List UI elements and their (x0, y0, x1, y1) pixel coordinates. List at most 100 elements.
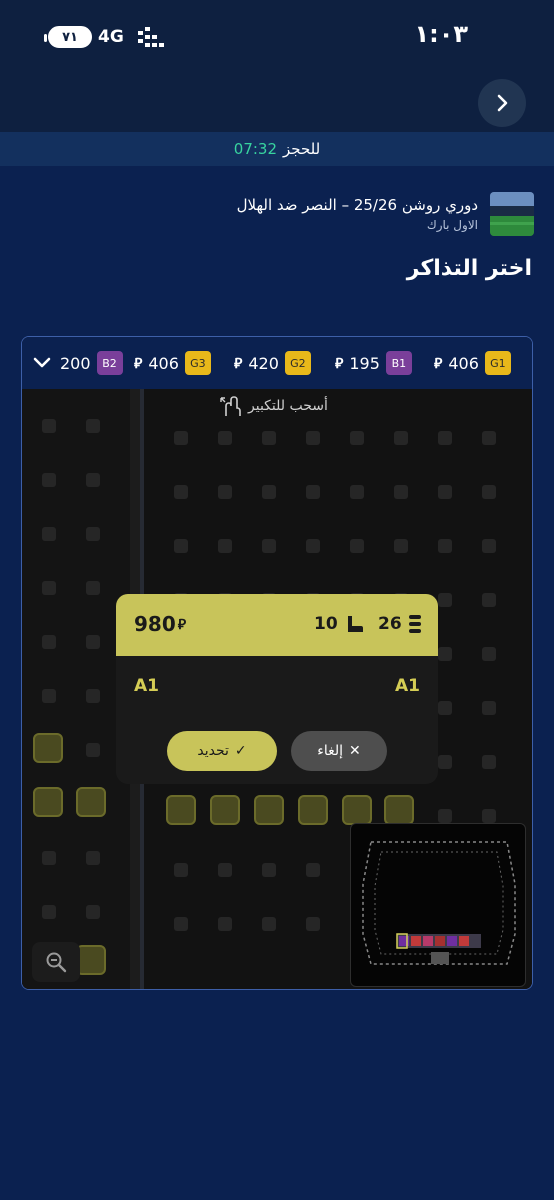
price-category-b2[interactable]: 200 B2 (60, 350, 123, 376)
network-type: 4G (98, 27, 124, 47)
seat (86, 527, 100, 541)
timer-label: للحجز (283, 140, 321, 158)
seat (42, 419, 56, 433)
seat (438, 431, 452, 445)
stadium-minimap-icon (362, 841, 516, 965)
available-seat[interactable] (254, 795, 284, 825)
category-badge: G3 (184, 351, 211, 375)
zoom-out-button[interactable] (32, 942, 80, 982)
riyal-icon: ⃁ (134, 356, 143, 372)
seat (438, 647, 452, 661)
seat (482, 647, 496, 661)
available-seat[interactable] (384, 795, 414, 825)
checkmark-icon: ✓ (234, 743, 247, 759)
seat (86, 851, 100, 865)
available-seat[interactable] (76, 787, 106, 817)
seat (482, 431, 496, 445)
popup-header: 980 ⃁ 10 26 (116, 594, 438, 656)
seat-map-left-section (22, 389, 130, 989)
stadium-minimap[interactable] (350, 823, 526, 987)
category-badge: G1 (484, 351, 511, 375)
drag-hint: أسحب للتكبير (218, 394, 328, 418)
status-bar: ٧١ 4G ١:٠٣ (0, 0, 554, 76)
event-venue: الاول بارك (426, 218, 478, 232)
seat-selection-popup: 980 ⃁ 10 26 A1 A1 ✓ تحديد ✕ إلغاء (116, 594, 438, 784)
seat-price-value: 980 (134, 612, 176, 636)
seat (306, 539, 320, 553)
seat (438, 755, 452, 769)
seat (86, 581, 100, 595)
category-badge: B1 (385, 351, 412, 375)
seat (438, 809, 452, 823)
seat-number: 10 (314, 614, 364, 634)
price-category-g3[interactable]: ⃁ 406 G3 (134, 350, 211, 376)
seat-number-value: 10 (314, 614, 338, 634)
seat (86, 473, 100, 487)
category-badge: G2 (284, 351, 311, 375)
category-price: 406 (148, 353, 179, 373)
seat (42, 689, 56, 703)
riyal-icon: ⃁ (335, 356, 344, 372)
battery-level: ٧١ (62, 29, 78, 45)
confirm-button[interactable]: ✓ تحديد (167, 731, 277, 771)
seat (482, 539, 496, 553)
price-category-g2[interactable]: ⃁ 420 G2 (234, 350, 311, 376)
available-seat[interactable] (210, 795, 240, 825)
seat (438, 485, 452, 499)
seat (306, 863, 320, 877)
seat (42, 905, 56, 919)
seat (218, 863, 232, 877)
seat (42, 473, 56, 487)
price-category-strip[interactable]: 200 B2 ⃁ 406 G3 ⃁ 420 G2 ⃁ 195 B1 ⃁ 406 … (22, 337, 532, 389)
battery-icon: ٧١ (44, 26, 92, 48)
seat (86, 419, 100, 433)
event-card: دوري روشن 25/26 – النصر ضد الهلال الاول … (20, 190, 534, 240)
zoom-out-icon (46, 952, 67, 973)
booking-timer: 07:32 للحجز (0, 132, 554, 166)
seat (306, 485, 320, 499)
confirm-label: تحديد (197, 743, 229, 759)
back-button[interactable] (478, 79, 526, 127)
seat (482, 755, 496, 769)
available-seat[interactable] (33, 787, 63, 817)
available-seat[interactable] (166, 795, 196, 825)
seat (482, 701, 496, 715)
seat (394, 485, 408, 499)
price-category-g1[interactable]: ⃁ 406 G1 (434, 350, 511, 376)
seat-icon (347, 616, 363, 632)
cancel-button[interactable]: ✕ إلغاء (291, 731, 387, 771)
seat (394, 431, 408, 445)
seat (42, 527, 56, 541)
price-category-b1[interactable]: ⃁ 195 B1 (335, 350, 412, 376)
seat (482, 593, 496, 607)
seat (262, 863, 276, 877)
seat-label-left: A1 (134, 676, 159, 696)
available-seat[interactable] (33, 733, 63, 763)
available-seat[interactable] (76, 945, 106, 975)
seat (306, 431, 320, 445)
seat (306, 917, 320, 931)
seat (262, 917, 276, 931)
pinch-zoom-icon (220, 396, 241, 416)
seat (262, 431, 276, 445)
timer-value: 07:32 (233, 140, 278, 158)
status-time: ١:٠٣ (414, 20, 468, 48)
row-number-value: 26 (378, 614, 402, 634)
available-seat[interactable] (342, 795, 372, 825)
seat (42, 851, 56, 865)
row-icon (408, 615, 421, 633)
stadium-image-icon (490, 192, 534, 236)
available-seat[interactable] (298, 795, 328, 825)
seat (262, 539, 276, 553)
close-icon: ✕ (349, 743, 361, 759)
seat (174, 485, 188, 499)
drag-hint-label: أسحب للتكبير (248, 398, 328, 414)
seat (482, 809, 496, 823)
event-thumbnail (490, 192, 534, 236)
seat (262, 485, 276, 499)
chevron-right-icon (497, 94, 508, 112)
seat (350, 431, 364, 445)
seat (86, 635, 100, 649)
seat-labels-row: A1 A1 (134, 676, 420, 700)
chevron-down-icon[interactable] (32, 353, 52, 373)
